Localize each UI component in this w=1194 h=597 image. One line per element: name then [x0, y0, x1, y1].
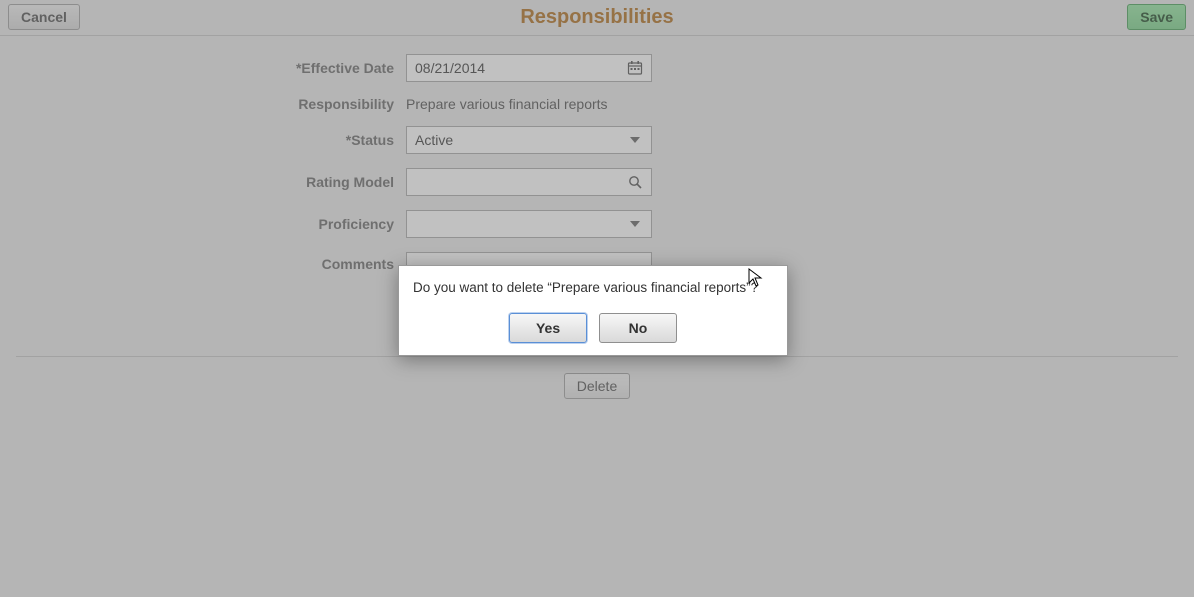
dialog-no-button[interactable]: No: [599, 313, 677, 343]
dialog-message: Do you want to delete “Prepare various f…: [409, 280, 777, 295]
dialog-yes-button[interactable]: Yes: [509, 313, 587, 343]
dialog-buttons: Yes No: [409, 313, 777, 343]
page-root: Cancel Responsibilities Save *Effective …: [0, 0, 1194, 597]
confirm-dialog: Do you want to delete “Prepare various f…: [398, 265, 788, 356]
